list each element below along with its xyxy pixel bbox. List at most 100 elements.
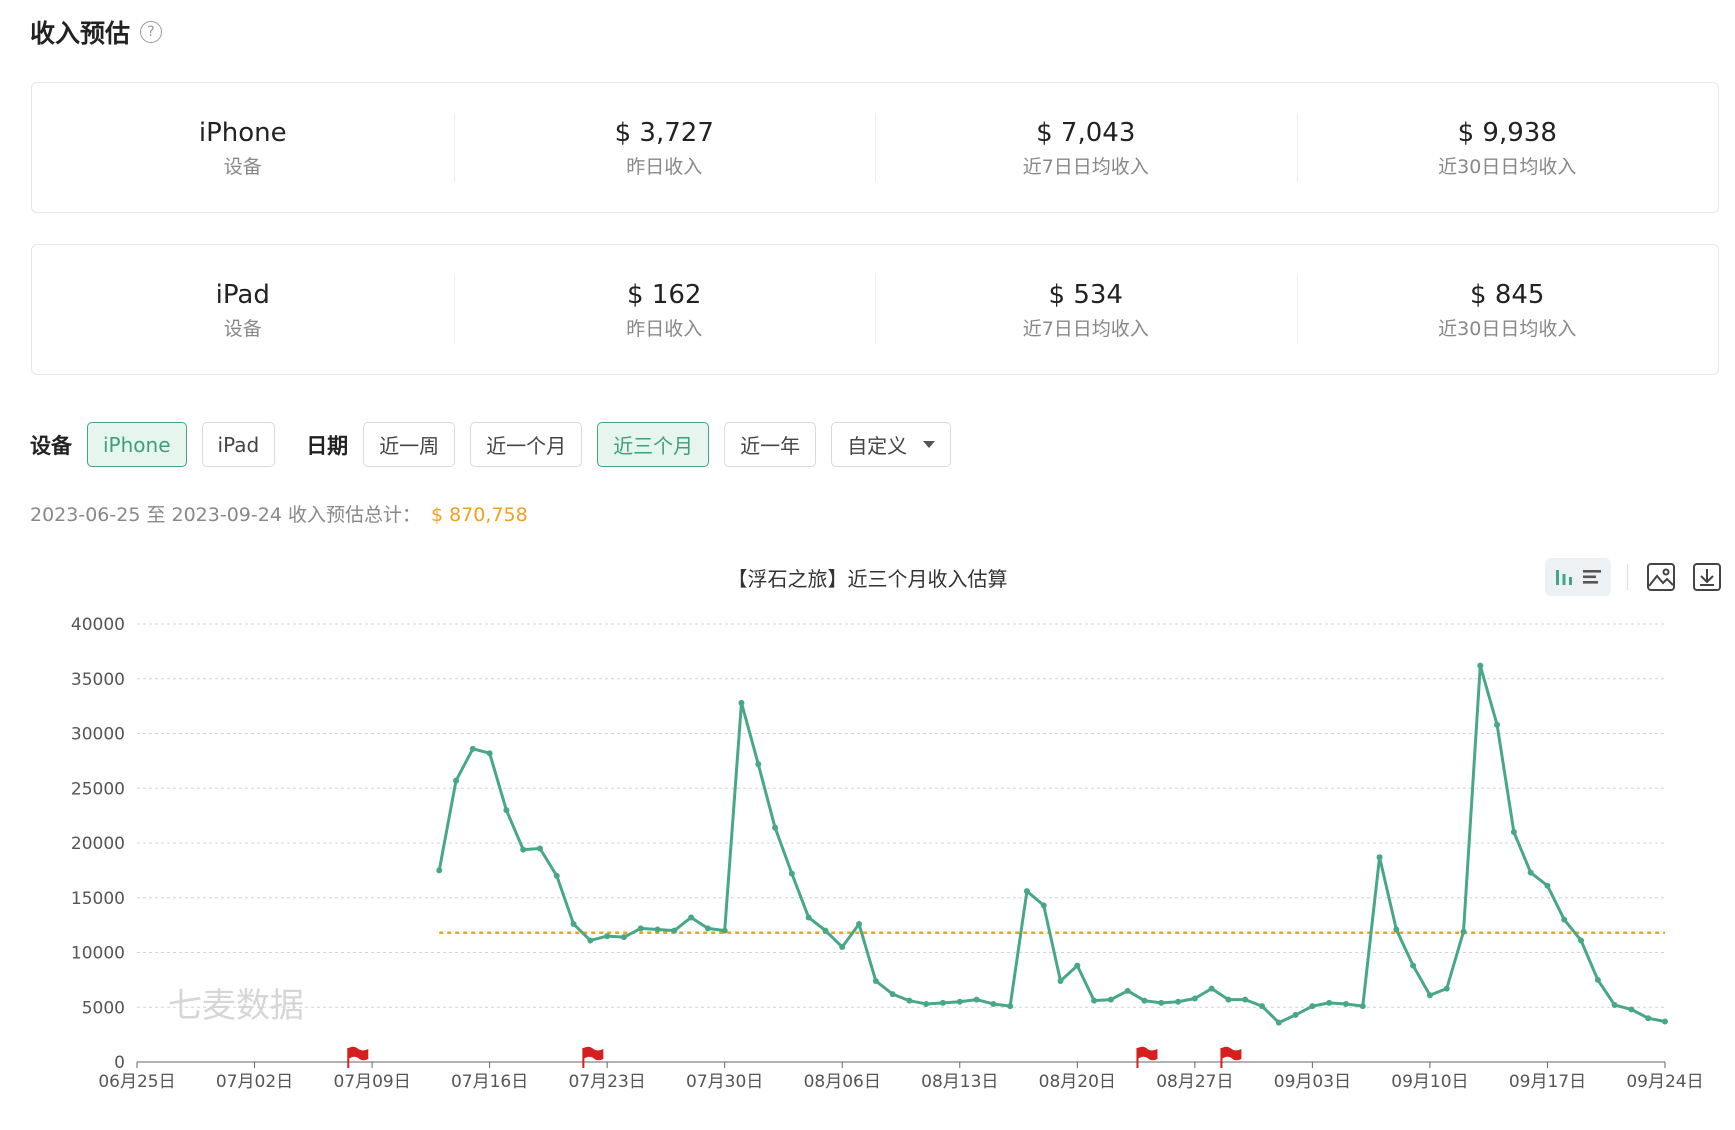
data-point bbox=[1611, 1002, 1618, 1009]
range-week-button[interactable]: 近一周 bbox=[363, 422, 456, 467]
yesterday-revenue: $ 162 bbox=[627, 280, 702, 310]
save-image-button[interactable] bbox=[1644, 560, 1678, 594]
device-ipad-button[interactable]: iPad bbox=[201, 422, 276, 467]
data-point bbox=[436, 867, 443, 874]
data-point bbox=[738, 699, 745, 706]
y-tick-label: 35000 bbox=[71, 670, 125, 690]
data-point bbox=[1527, 869, 1534, 876]
event-flag-icon bbox=[582, 1046, 604, 1068]
avg7-revenue: $ 7,043 bbox=[1036, 118, 1136, 148]
data-point bbox=[469, 745, 476, 752]
data-point bbox=[1594, 976, 1601, 983]
data-point bbox=[1460, 928, 1467, 935]
device-label: 设备 bbox=[223, 318, 262, 340]
data-point bbox=[1292, 1011, 1299, 1018]
x-tick-label: 07月09日 bbox=[333, 1072, 410, 1092]
data-point bbox=[755, 761, 762, 768]
data-point bbox=[1561, 916, 1568, 923]
avg30-revenue: $ 9,938 bbox=[1457, 118, 1557, 148]
card-avg30: $ 845 近30日日均收入 bbox=[1296, 245, 1719, 374]
flag-cloth bbox=[583, 1046, 604, 1061]
data-point bbox=[1494, 721, 1501, 728]
data-point bbox=[1443, 985, 1450, 992]
card-yesterday: $ 162 昨日收入 bbox=[453, 245, 876, 374]
x-tick-label: 08月20日 bbox=[1039, 1072, 1116, 1092]
watermark: 七麦数据 bbox=[168, 986, 304, 1026]
data-point bbox=[1040, 902, 1047, 909]
data-point bbox=[1309, 1003, 1316, 1010]
data-point bbox=[1342, 1000, 1349, 1007]
data-point bbox=[956, 998, 963, 1005]
x-tick-label: 09月03日 bbox=[1274, 1072, 1351, 1092]
download-button[interactable] bbox=[1690, 560, 1724, 594]
avg7-label: 近7日日均收入 bbox=[1022, 156, 1149, 178]
question-circle-icon[interactable]: ? bbox=[140, 21, 163, 43]
chart-type-toggle[interactable] bbox=[1545, 558, 1611, 596]
data-point bbox=[1141, 997, 1148, 1004]
card-avg7: $ 7,043 近7日日均收入 bbox=[875, 83, 1297, 212]
range-year-button[interactable]: 近一年 bbox=[724, 422, 817, 467]
custom-range-dropdown[interactable]: 自定义 bbox=[831, 422, 952, 467]
x-tick-label: 09月24日 bbox=[1626, 1072, 1703, 1092]
flag-cloth bbox=[1137, 1046, 1158, 1061]
data-point bbox=[1023, 888, 1030, 895]
range-three-months-button[interactable]: 近三个月 bbox=[597, 422, 710, 467]
data-point bbox=[570, 921, 577, 928]
revenue-line-chart: 0 5000 10000 15000 20000 25000 30000 35000 40000… bbox=[71, 615, 1704, 1092]
list-icon[interactable] bbox=[1582, 567, 1602, 587]
data-point bbox=[822, 927, 829, 934]
data-point bbox=[553, 872, 560, 879]
data-point bbox=[1208, 985, 1215, 992]
device-iphone-button[interactable]: iPhone bbox=[87, 422, 187, 467]
data-point bbox=[1410, 962, 1417, 969]
download-icon bbox=[1693, 563, 1721, 591]
range-month-button[interactable]: 近一个月 bbox=[470, 422, 583, 467]
x-tick-label: 09月17日 bbox=[1509, 1072, 1586, 1092]
series-layer bbox=[436, 662, 1668, 1026]
avg30-revenue: $ 845 bbox=[1470, 280, 1545, 310]
chart-title: 【浮石之旅】近三个月收入估算 bbox=[727, 567, 1008, 591]
data-point bbox=[839, 944, 846, 951]
device-filter-label: 设备 bbox=[30, 433, 72, 458]
data-point bbox=[1426, 992, 1433, 999]
data-point bbox=[536, 845, 543, 852]
avg7-label: 近7日日均收入 bbox=[1022, 318, 1149, 340]
data-point bbox=[1007, 1003, 1014, 1010]
data-point bbox=[1662, 1018, 1668, 1025]
data-point bbox=[1242, 996, 1249, 1003]
data-point bbox=[1175, 998, 1182, 1005]
avg7-revenue: $ 534 bbox=[1048, 280, 1123, 310]
data-point bbox=[587, 937, 594, 944]
data-point bbox=[1091, 997, 1098, 1004]
x-tick-label: 08月06日 bbox=[804, 1072, 881, 1092]
yesterday-label: 昨日收入 bbox=[626, 318, 703, 340]
flag-cloth bbox=[348, 1046, 369, 1061]
y-tick-label: 25000 bbox=[71, 779, 125, 799]
chart-toolbox bbox=[1545, 558, 1724, 596]
data-point bbox=[637, 925, 644, 932]
ipad-summary-card: iPad 设备 $ 162 昨日收入 $ 534 近7日日均收入 $ 845 近… bbox=[31, 244, 1719, 375]
data-point bbox=[1326, 999, 1333, 1006]
data-point bbox=[688, 914, 695, 921]
y-tick-label: 0 bbox=[114, 1053, 125, 1073]
data-point bbox=[1393, 926, 1400, 933]
toolbox-divider bbox=[1627, 564, 1628, 590]
avg30-label: 近30日日均收入 bbox=[1438, 318, 1577, 340]
y-tick-label: 40000 bbox=[71, 615, 125, 635]
x-tick-label: 07月02日 bbox=[216, 1072, 293, 1092]
revenue-summary: 2023-06-25 至 2023-09-24 收入预估总计： $ 870,758 bbox=[30, 500, 528, 527]
custom-range-label: 自定义 bbox=[847, 434, 908, 458]
yesterday-revenue: $ 3,727 bbox=[614, 118, 714, 148]
device-name: iPhone bbox=[198, 118, 287, 148]
y-tick-label: 30000 bbox=[71, 725, 125, 745]
bar-chart-icon[interactable] bbox=[1554, 567, 1574, 587]
axis-layer: 0 5000 10000 15000 20000 25000 30000 35000 40000… bbox=[71, 615, 1704, 1092]
image-icon bbox=[1647, 563, 1675, 591]
data-point bbox=[1275, 1019, 1282, 1026]
data-point bbox=[486, 750, 493, 757]
series-line bbox=[437, 664, 1666, 1025]
data-point bbox=[1259, 1003, 1266, 1010]
x-tick-label: 08月13日 bbox=[921, 1072, 998, 1092]
summary-total: $ 870,758 bbox=[430, 504, 528, 526]
card-yesterday: $ 3,727 昨日收入 bbox=[453, 83, 876, 212]
